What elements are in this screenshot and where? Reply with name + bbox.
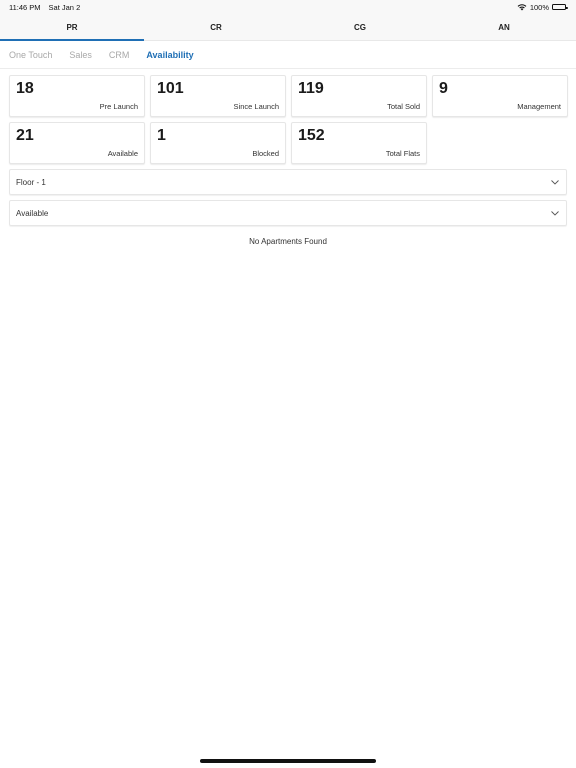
- stat-value: 18: [16, 80, 34, 97]
- subtab-crm[interactable]: CRM: [109, 50, 130, 60]
- tab-cg-label: CG: [354, 22, 366, 32]
- stat-label: Total Sold: [387, 102, 420, 111]
- stat-label: Blocked: [252, 149, 279, 158]
- stat-value: 1: [157, 127, 166, 144]
- stat-label: Available: [107, 149, 138, 158]
- tab-cr-label: CR: [210, 22, 222, 32]
- status-bar: 11:46 PM Sat Jan 2 100%: [0, 0, 576, 14]
- sub-tab-bar: One Touch Sales CRM Availability: [0, 41, 576, 69]
- stat-label: Total Flats: [385, 149, 420, 158]
- battery-percent: 100%: [529, 2, 549, 12]
- status-select-value: Available: [16, 208, 49, 218]
- stat-value: 152: [298, 127, 325, 144]
- tab-pr[interactable]: PR: [0, 14, 144, 41]
- wifi-icon: [517, 4, 527, 11]
- floor-select[interactable]: Floor - 1: [9, 169, 567, 195]
- tab-an[interactable]: AN: [432, 14, 576, 40]
- floor-select-value: Floor - 1: [16, 177, 46, 187]
- stat-card-management[interactable]: 9 Management: [432, 75, 568, 117]
- subtab-availability[interactable]: Availability: [146, 50, 193, 60]
- home-indicator[interactable]: [200, 759, 376, 763]
- tab-an-label: AN: [498, 22, 510, 32]
- empty-state-message: No Apartments Found: [249, 237, 327, 246]
- stat-card-since-launch[interactable]: 101 Since Launch: [150, 75, 286, 117]
- stat-label: Management: [517, 102, 561, 111]
- stat-card-available[interactable]: 21 Available: [9, 122, 145, 164]
- tab-cg[interactable]: CG: [288, 14, 432, 40]
- stat-card-pre-launch[interactable]: 18 Pre Launch: [9, 75, 145, 117]
- stat-label: Since Launch: [233, 102, 279, 111]
- stats-grid: 18 Pre Launch 101 Since Launch 119 Total…: [0, 69, 576, 164]
- status-time: 11:46 PM: [9, 2, 41, 12]
- subtab-one-touch[interactable]: One Touch: [9, 50, 52, 60]
- status-date: Sat Jan 2: [48, 2, 81, 12]
- stat-card-blocked[interactable]: 1 Blocked: [150, 122, 286, 164]
- stat-value: 21: [16, 127, 34, 144]
- chevron-down-icon: [551, 179, 559, 185]
- stat-value: 9: [439, 80, 448, 97]
- stat-value: 119: [298, 80, 324, 97]
- stat-card-total-flats[interactable]: 152 Total Flats: [291, 122, 427, 164]
- tab-pr-label: PR: [66, 22, 78, 32]
- tab-cr[interactable]: CR: [144, 14, 288, 40]
- stat-card-total-sold[interactable]: 119 Total Sold: [291, 75, 427, 117]
- status-select[interactable]: Available: [9, 200, 567, 226]
- top-tab-bar: PR CR CG AN: [0, 14, 576, 41]
- stat-value: 101: [157, 80, 184, 97]
- chevron-down-icon: [551, 210, 559, 216]
- battery-icon: [552, 4, 568, 10]
- stat-label: Pre Launch: [99, 102, 138, 111]
- subtab-sales[interactable]: Sales: [69, 50, 92, 60]
